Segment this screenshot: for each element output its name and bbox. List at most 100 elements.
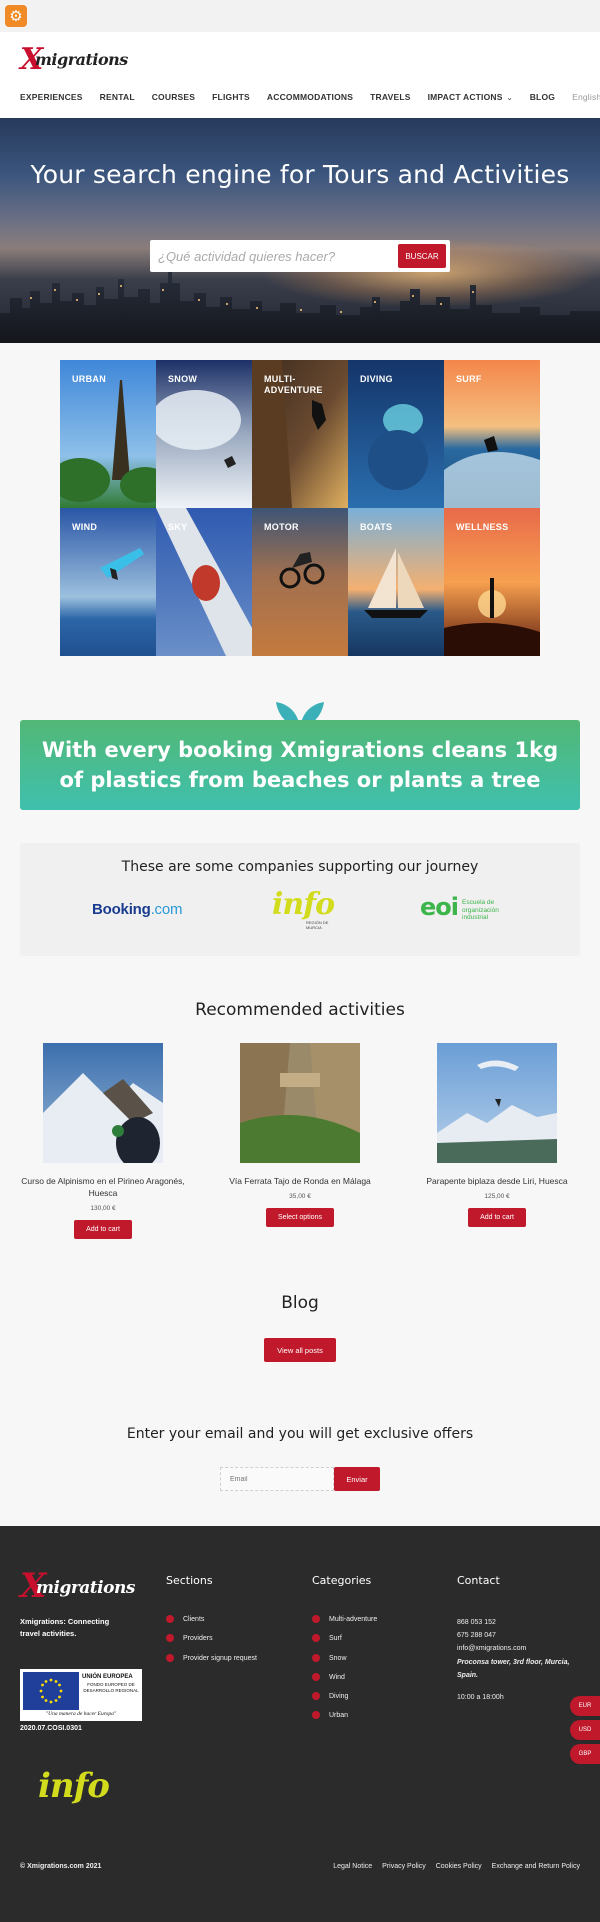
categories-list: Multi-adventure Surf Snow Wind Diving Ur… xyxy=(312,1615,378,1732)
paragliding-image xyxy=(437,1043,557,1163)
footer-link-label: Wind xyxy=(329,1673,345,1681)
footer-category-wind[interactable]: Wind xyxy=(312,1672,377,1693)
category-multi-adventure[interactable]: MULTI-ADVENTURE xyxy=(252,360,348,508)
product-image[interactable] xyxy=(240,1043,360,1163)
eoi-logo[interactable]: eoi Escuela de organización industrial xyxy=(420,893,510,925)
footer-category-diving[interactable]: Diving xyxy=(312,1692,377,1712)
footer-tagline: Xmigrations: Connecting travel activitie… xyxy=(20,1617,110,1638)
gear-icon[interactable]: ⚙ xyxy=(5,5,27,27)
category-label: BOATS xyxy=(360,522,393,532)
product-name[interactable]: Curso de Alpinismo en el Pirineo Aragoné… xyxy=(18,1175,188,1199)
category-label: MOTOR xyxy=(264,522,299,532)
footer-link-label: Multi-adventure xyxy=(329,1616,378,1623)
nav-blog[interactable]: BLOG xyxy=(530,92,555,102)
nav-impact-actions-label: IMPACT ACTIONS xyxy=(427,92,503,102)
product-image[interactable] xyxy=(43,1043,163,1163)
via-ferrata-image xyxy=(240,1043,360,1163)
categories-title: Categories xyxy=(312,1574,372,1587)
footer-link-provider-signup[interactable]: Provider signup request xyxy=(166,1653,257,1674)
legal-links: Legal Notice Privacy Policy Cookies Poli… xyxy=(333,1863,580,1870)
nav-flights[interactable]: FLIGHTS xyxy=(212,92,250,102)
partners-section: These are some companies supporting our … xyxy=(20,843,580,956)
category-urban[interactable]: URBAN xyxy=(60,360,156,508)
subscribe-button[interactable]: Enviar xyxy=(334,1467,380,1491)
footer-link-label: Diving xyxy=(329,1693,349,1701)
contact-phone[interactable]: 675 288 047 xyxy=(457,1629,577,1642)
currency-eur-button[interactable]: EUR xyxy=(570,1696,600,1716)
product-image[interactable] xyxy=(437,1043,557,1163)
bullet-icon xyxy=(312,1634,320,1643)
partners-title: These are some companies supporting our … xyxy=(121,859,479,875)
copyright: © Xmigrations.com 2021 xyxy=(20,1863,102,1870)
category-label: WIND xyxy=(72,522,98,532)
product-name[interactable]: Parapente biplaza desde Liri, Huesca xyxy=(412,1175,582,1187)
category-snow[interactable]: SNOW xyxy=(156,360,252,508)
exchange-return-policy-link[interactable]: Exchange and Return Policy xyxy=(492,1863,580,1870)
newsletter-title: Enter your email and you will get exclus… xyxy=(126,1426,474,1442)
xmigrations-logo[interactable]: Xmigrations xyxy=(20,42,128,78)
select-options-button[interactable]: Select options xyxy=(266,1208,334,1227)
footer-link-label: Clients xyxy=(183,1616,205,1623)
footer-link-providers[interactable]: Providers xyxy=(166,1634,257,1654)
footer-category-surf[interactable]: Surf xyxy=(312,1634,377,1654)
nav-rental[interactable]: RENTAL xyxy=(100,92,135,102)
legal-notice-link[interactable]: Legal Notice xyxy=(333,1863,372,1870)
eu-fund: FONDO EUROPEO DE DESARROLLO REGIONAL xyxy=(83,1682,139,1693)
contact-email[interactable]: info@xmigrations.com xyxy=(457,1642,577,1655)
add-to-cart-button[interactable]: Add to cart xyxy=(74,1220,132,1239)
search-button[interactable]: BUSCAR xyxy=(398,244,446,268)
nav-courses[interactable]: COURSES xyxy=(152,92,195,102)
product-name[interactable]: Vía Ferrata Tajo de Ronda en Málaga xyxy=(215,1175,385,1187)
category-label: MULTI-ADVENTURE xyxy=(264,374,323,395)
sections-list: Clients Providers Provider signup reques… xyxy=(166,1615,257,1674)
category-diving[interactable]: DIVING xyxy=(348,360,444,508)
currency-usd-button[interactable]: USD xyxy=(570,1720,600,1740)
footer-category-multi-adventure[interactable]: Multi-adventure xyxy=(312,1615,378,1635)
nav-experiences[interactable]: EXPERIENCES xyxy=(20,92,83,102)
footer-link-clients[interactable]: Clients xyxy=(166,1615,257,1635)
bullet-icon xyxy=(312,1672,320,1681)
nav-travels[interactable]: TRAVELS xyxy=(370,92,410,102)
view-all-posts-button[interactable]: View all posts xyxy=(264,1338,336,1362)
category-surf[interactable]: SURF xyxy=(444,360,540,508)
eu-title: UNIÓN EUROPEA xyxy=(82,1674,133,1680)
booking-logo[interactable]: Booking.com xyxy=(92,901,183,918)
category-label: DIVING xyxy=(360,374,393,384)
site-footer: Xmigrations Xmigrations: Connecting trav… xyxy=(0,1526,600,1922)
cookies-policy-link[interactable]: Cookies Policy xyxy=(436,1863,482,1870)
footer-link-label: Urban xyxy=(329,1712,349,1720)
currency-gbp-button[interactable]: GBP xyxy=(570,1744,600,1764)
language-label: English xyxy=(572,92,600,102)
product-price: 125,00 € xyxy=(484,1193,510,1200)
category-wind[interactable]: WIND xyxy=(60,508,156,656)
category-sky[interactable]: SKY xyxy=(156,508,252,656)
language-selector[interactable]: English⌄ xyxy=(572,92,600,102)
footer-category-urban[interactable]: Urban xyxy=(312,1711,377,1731)
main-nav: EXPERIENCES RENTAL COURSES FLIGHTS ACCOM… xyxy=(20,92,600,102)
booking-logo-text: Booking xyxy=(92,901,151,918)
nav-impact-actions[interactable]: IMPACT ACTIONS ⌄ xyxy=(428,92,513,102)
bullet-icon xyxy=(312,1711,320,1720)
nav-accommodations[interactable]: ACCOMMODATIONS xyxy=(267,92,353,102)
mountaineering-image xyxy=(43,1043,163,1163)
privacy-policy-link[interactable]: Privacy Policy xyxy=(382,1863,426,1870)
eoi-logo-text: Escuela de organización industrial xyxy=(462,899,499,921)
site-header: Xmigrations EXPERIENCES RENTAL COURSES F… xyxy=(0,32,600,118)
info-murcia-logo[interactable]: info xyxy=(38,1766,110,1806)
category-motor[interactable]: MOTOR xyxy=(252,508,348,656)
top-strip: ⚙ xyxy=(0,0,600,32)
info-logo-text: info xyxy=(272,887,335,922)
category-boats[interactable]: BOATS xyxy=(348,508,444,656)
footer-category-snow[interactable]: Snow xyxy=(312,1653,377,1674)
contact-phone[interactable]: 868 053 152 xyxy=(457,1616,577,1629)
impact-banner: With every booking Xmigrations cleans 1k… xyxy=(20,720,580,810)
email-field[interactable] xyxy=(220,1467,334,1491)
activity-search-input[interactable] xyxy=(158,246,388,266)
eu-feder-logo: UNIÓN EUROPEA FONDO EUROPEO DE DESARROLL… xyxy=(20,1669,142,1721)
bullet-icon xyxy=(312,1692,320,1701)
add-to-cart-button[interactable]: Add to cart xyxy=(468,1208,526,1227)
category-wellness[interactable]: WELLNESS xyxy=(444,508,540,656)
contact-hours: 10:00 a 18:00h xyxy=(457,1694,504,1702)
info-murcia-logo[interactable]: info REGIÓN DE MURCIA xyxy=(272,887,335,935)
footer-logo[interactable]: Xmigrations xyxy=(20,1566,135,1606)
